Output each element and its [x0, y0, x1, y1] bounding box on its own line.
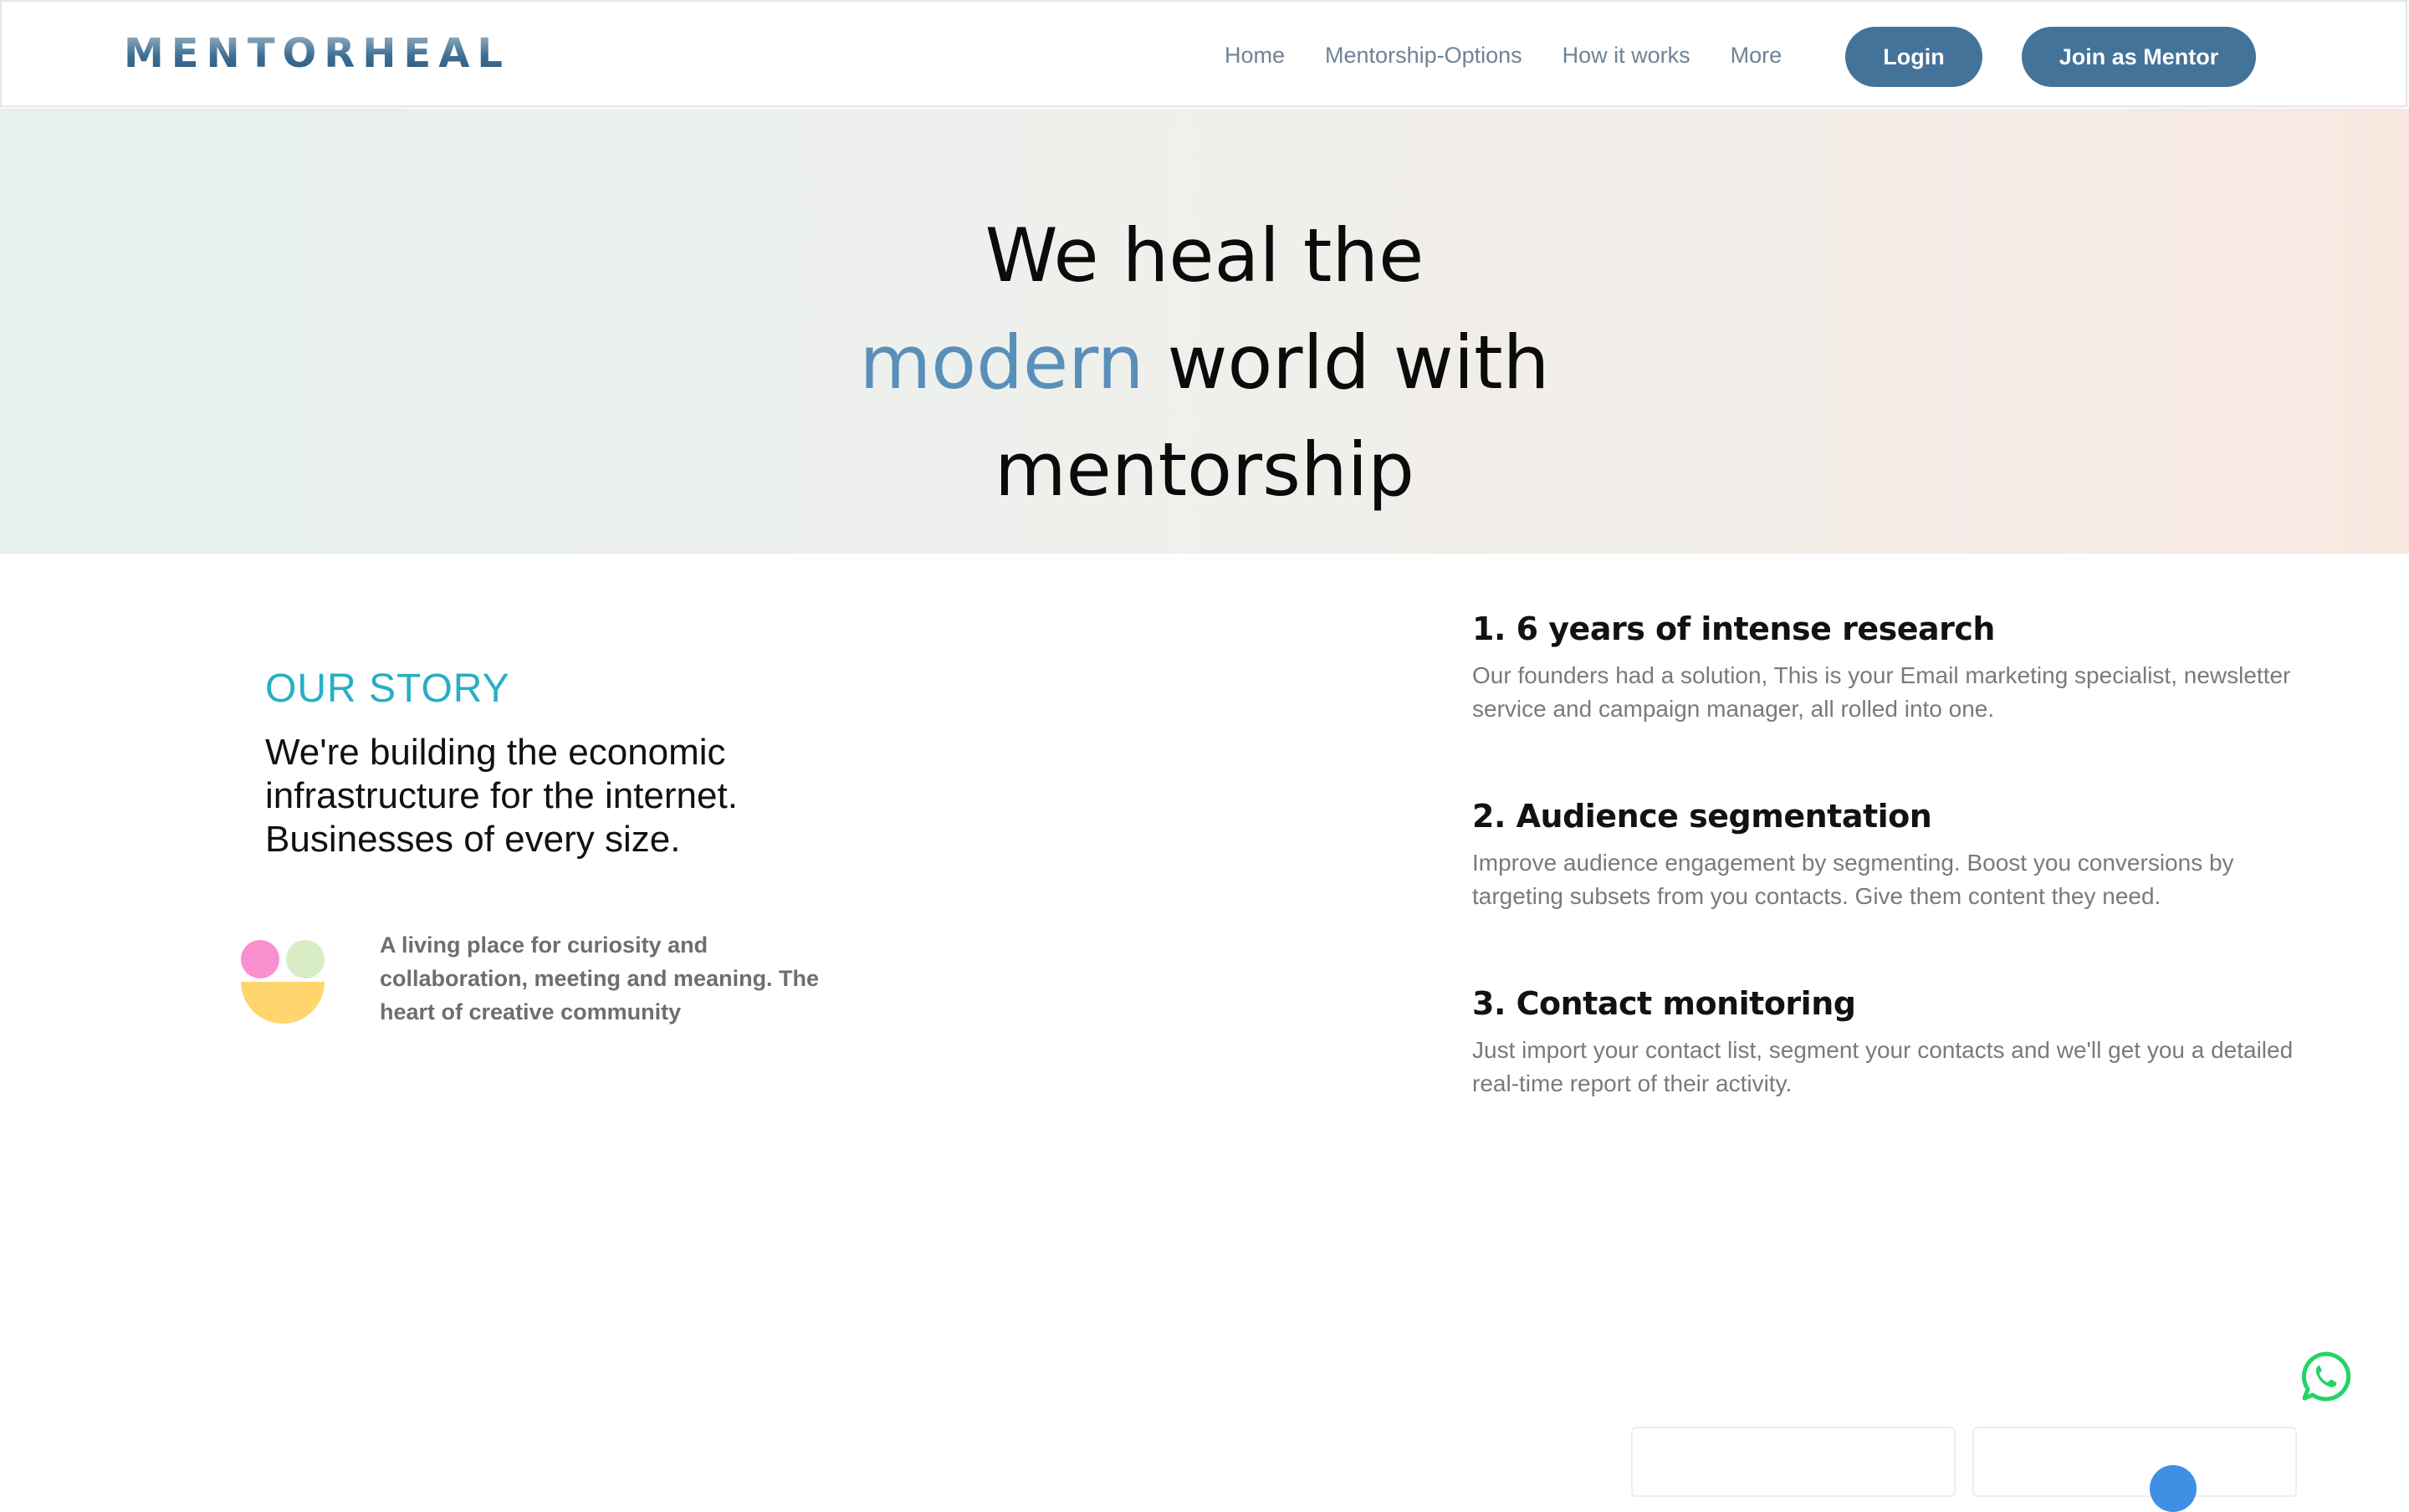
bottom-card [1631, 1427, 1956, 1497]
yellow-half-circle [241, 982, 325, 1024]
login-button[interactable]: Login [1845, 27, 1982, 87]
hero-line-2-rest: world with [1143, 319, 1550, 406]
nav-link-home[interactable]: Home [1225, 43, 1285, 69]
pink-circle [241, 940, 279, 978]
nav-link-how-it-works[interactable]: How it works [1563, 43, 1690, 69]
join-as-mentor-button[interactable]: Join as Mentor [2022, 27, 2256, 87]
feature-item: 1. 6 years of intense research Our found… [1472, 607, 2309, 726]
hero-title: We heal the modern world with mentorship [0, 202, 2409, 524]
feature-item: 3. Contact monitoring Just import your c… [1472, 982, 2309, 1101]
hero-accent-word: modern [859, 319, 1144, 406]
brand-logo-text: MENTORHEAL [124, 30, 510, 77]
community-illustration-icon [239, 938, 326, 1025]
feature-title: 2. Audience segmentation [1472, 798, 1932, 835]
feature-title: 1. 6 years of intense research [1472, 610, 1995, 647]
story-label: OUR STORY [265, 667, 510, 711]
whatsapp-icon[interactable] [2299, 1350, 2352, 1403]
brand-logo[interactable]: MENTORHEAL [124, 32, 510, 75]
nav-link-mentorship-options[interactable]: Mentorship-Options [1325, 43, 1522, 69]
story-description: A living place for curiosity and collabo… [380, 932, 820, 1024]
hero-section: We heal the modern world with mentorship [0, 109, 2409, 554]
feature-item: 2. Audience segmentation Improve audienc… [1472, 794, 2309, 913]
hero-line-1: We heal the [985, 212, 1424, 299]
top-navbar: MENTORHEAL Home Mentorship-Options How i… [0, 0, 2407, 107]
green-circle [286, 940, 325, 978]
hero-line-2: modern world with [0, 309, 2409, 416]
feature-description: Improve audience engagement by segmentin… [1472, 850, 2234, 909]
nav-link-more[interactable]: More [1731, 43, 1782, 69]
card-avatar [2150, 1465, 2197, 1512]
story-heading: We're building the economic infrastructu… [265, 732, 738, 860]
bottom-card [1972, 1427, 2297, 1512]
feature-description: Our founders had a solution, This is you… [1472, 662, 2291, 722]
nav-links: Home Mentorship-Options How it works Mor… [1225, 35, 1822, 75]
feature-title: 3. Contact monitoring [1472, 985, 1856, 1022]
hero-line-3: mentorship [994, 427, 1415, 513]
feature-description: Just import your contact list, segment y… [1472, 1037, 2294, 1096]
